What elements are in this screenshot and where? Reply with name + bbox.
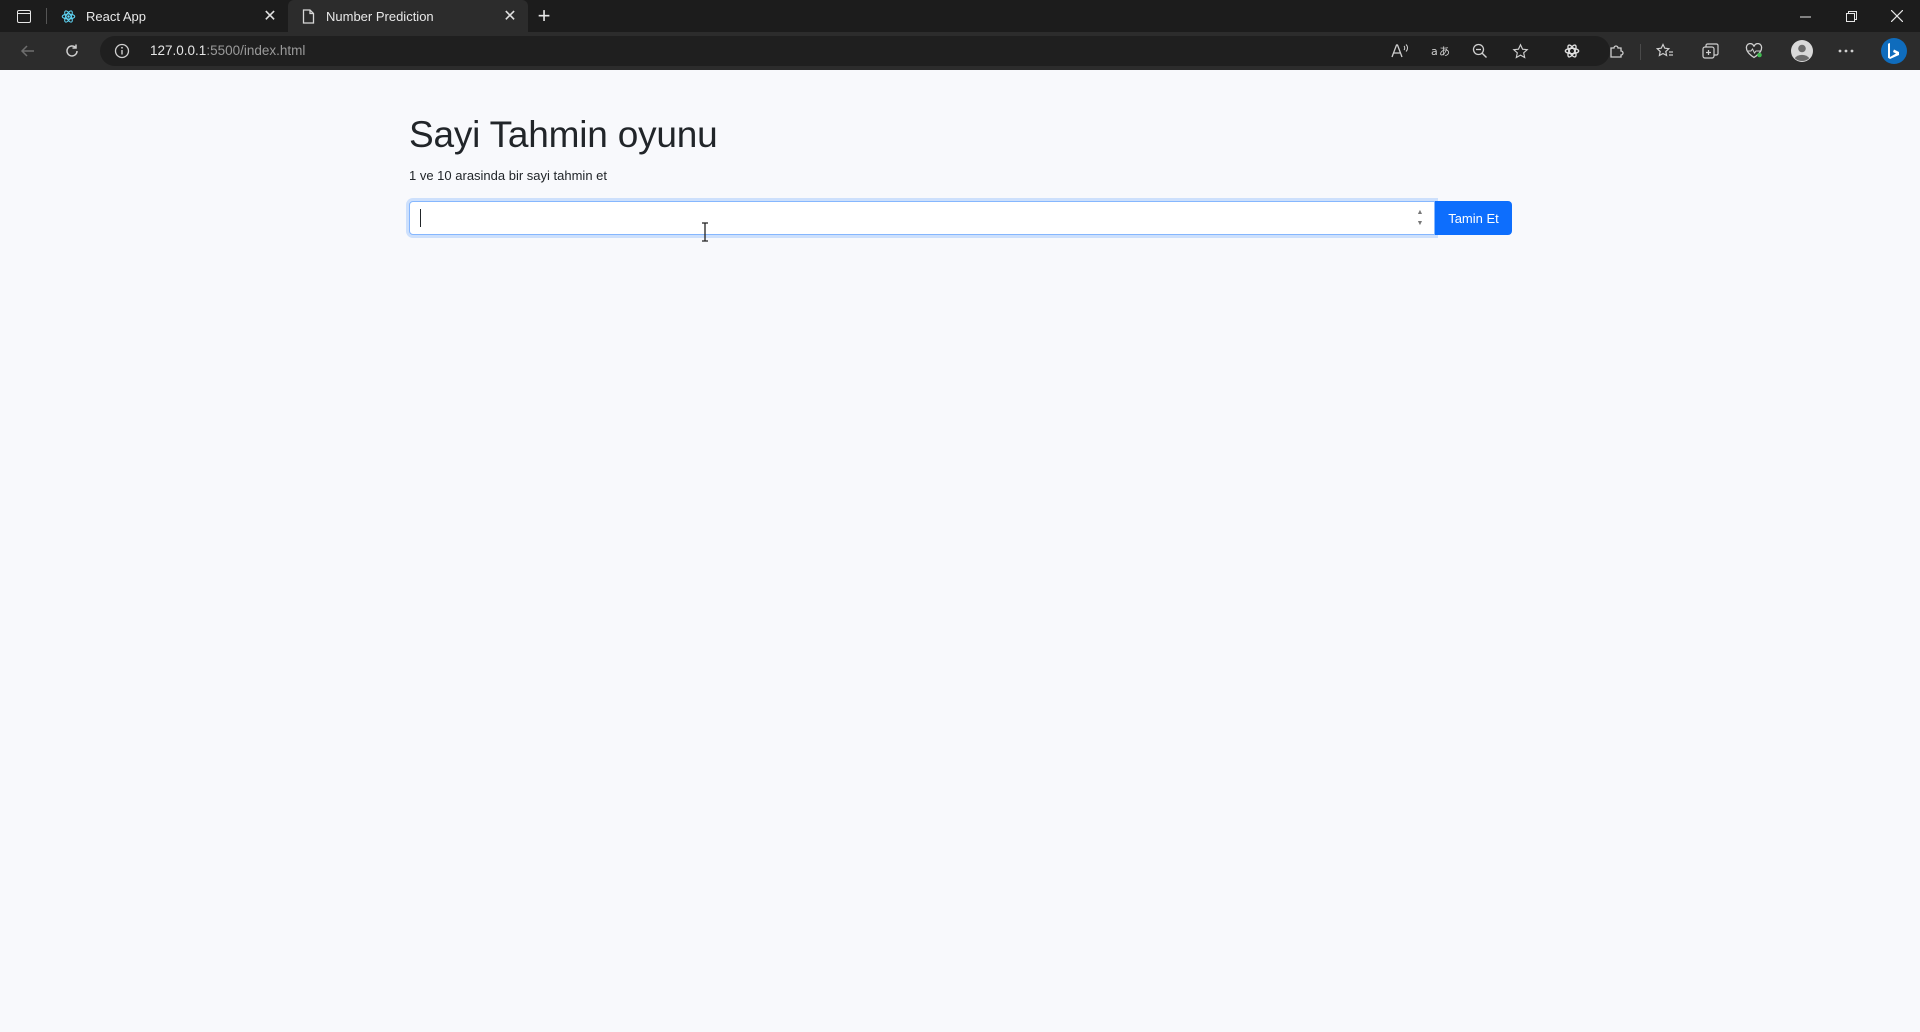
close-icon[interactable]: ✕ [260, 6, 280, 26]
tab-title: Number Prediction [326, 8, 434, 24]
react-icon [60, 8, 76, 24]
tab-title: React App [86, 8, 146, 24]
page-title: Sayi Tahmin oyunu [409, 114, 718, 155]
number-spinner-icon[interactable]: ▲ ▼ [1413, 207, 1427, 229]
url-host: 127.0.0.1 [150, 43, 207, 58]
guess-input-wrapper: ▲ ▼ [409, 201, 1435, 235]
site-info-icon[interactable] [114, 43, 130, 59]
favorite-star-icon[interactable] [1510, 41, 1530, 61]
new-tab-icon[interactable]: + [532, 4, 556, 28]
text-caret [420, 209, 421, 227]
tab-divider [46, 8, 47, 24]
url-text: 127.0.0.1:5500/index.html [150, 43, 305, 58]
extension-gear-icon[interactable] [1562, 41, 1582, 61]
tab-react-app[interactable]: React App ✕ [48, 0, 288, 32]
text-cursor-icon [700, 222, 710, 242]
read-aloud-icon[interactable] [1390, 41, 1410, 61]
favorites-icon[interactable] [1655, 41, 1675, 61]
zoom-out-icon[interactable] [1470, 41, 1490, 61]
svg-text:あ: あ [1439, 45, 1449, 58]
tab-number-prediction[interactable]: Number Prediction ✕ [288, 0, 528, 32]
browser-tab-bar: React App ✕ Number Prediction ✕ + [0, 0, 1920, 32]
more-icon[interactable] [1836, 41, 1856, 61]
svg-text:a: a [1431, 45, 1438, 58]
restore-icon[interactable] [1828, 0, 1874, 32]
tab-actions-icon[interactable] [12, 6, 36, 26]
browser-toolbar: 127.0.0.1:5500/index.html aあ [0, 32, 1920, 70]
bing-icon[interactable] [1880, 37, 1908, 65]
address-bar[interactable]: 127.0.0.1:5500/index.html [100, 36, 1610, 66]
back-arrow-icon[interactable] [16, 39, 40, 63]
refresh-icon[interactable] [60, 39, 84, 63]
toolbar-divider [1640, 44, 1641, 60]
guess-number-input[interactable] [409, 201, 1435, 235]
page-subtitle: 1 ve 10 arasinda bir sayi tahmin et [409, 168, 607, 183]
collections-icon[interactable] [1700, 41, 1720, 61]
extensions-puzzle-icon[interactable] [1607, 41, 1627, 61]
close-icon[interactable]: ✕ [500, 6, 520, 26]
translate-icon[interactable]: aあ [1430, 41, 1450, 61]
guess-form: ▲ ▼ Tamin Et [409, 201, 1512, 235]
minimize-icon[interactable] [1782, 0, 1828, 32]
profile-icon[interactable] [1790, 39, 1814, 63]
page-icon [300, 8, 316, 24]
guess-button[interactable]: Tamin Et [1435, 201, 1512, 235]
page-content: Sayi Tahmin oyunu 1 ve 10 arasinda bir s… [0, 70, 1920, 1032]
close-window-icon[interactable] [1874, 0, 1920, 32]
url-path: :5500/index.html [206, 43, 306, 58]
heart-icon[interactable] [1744, 41, 1764, 61]
